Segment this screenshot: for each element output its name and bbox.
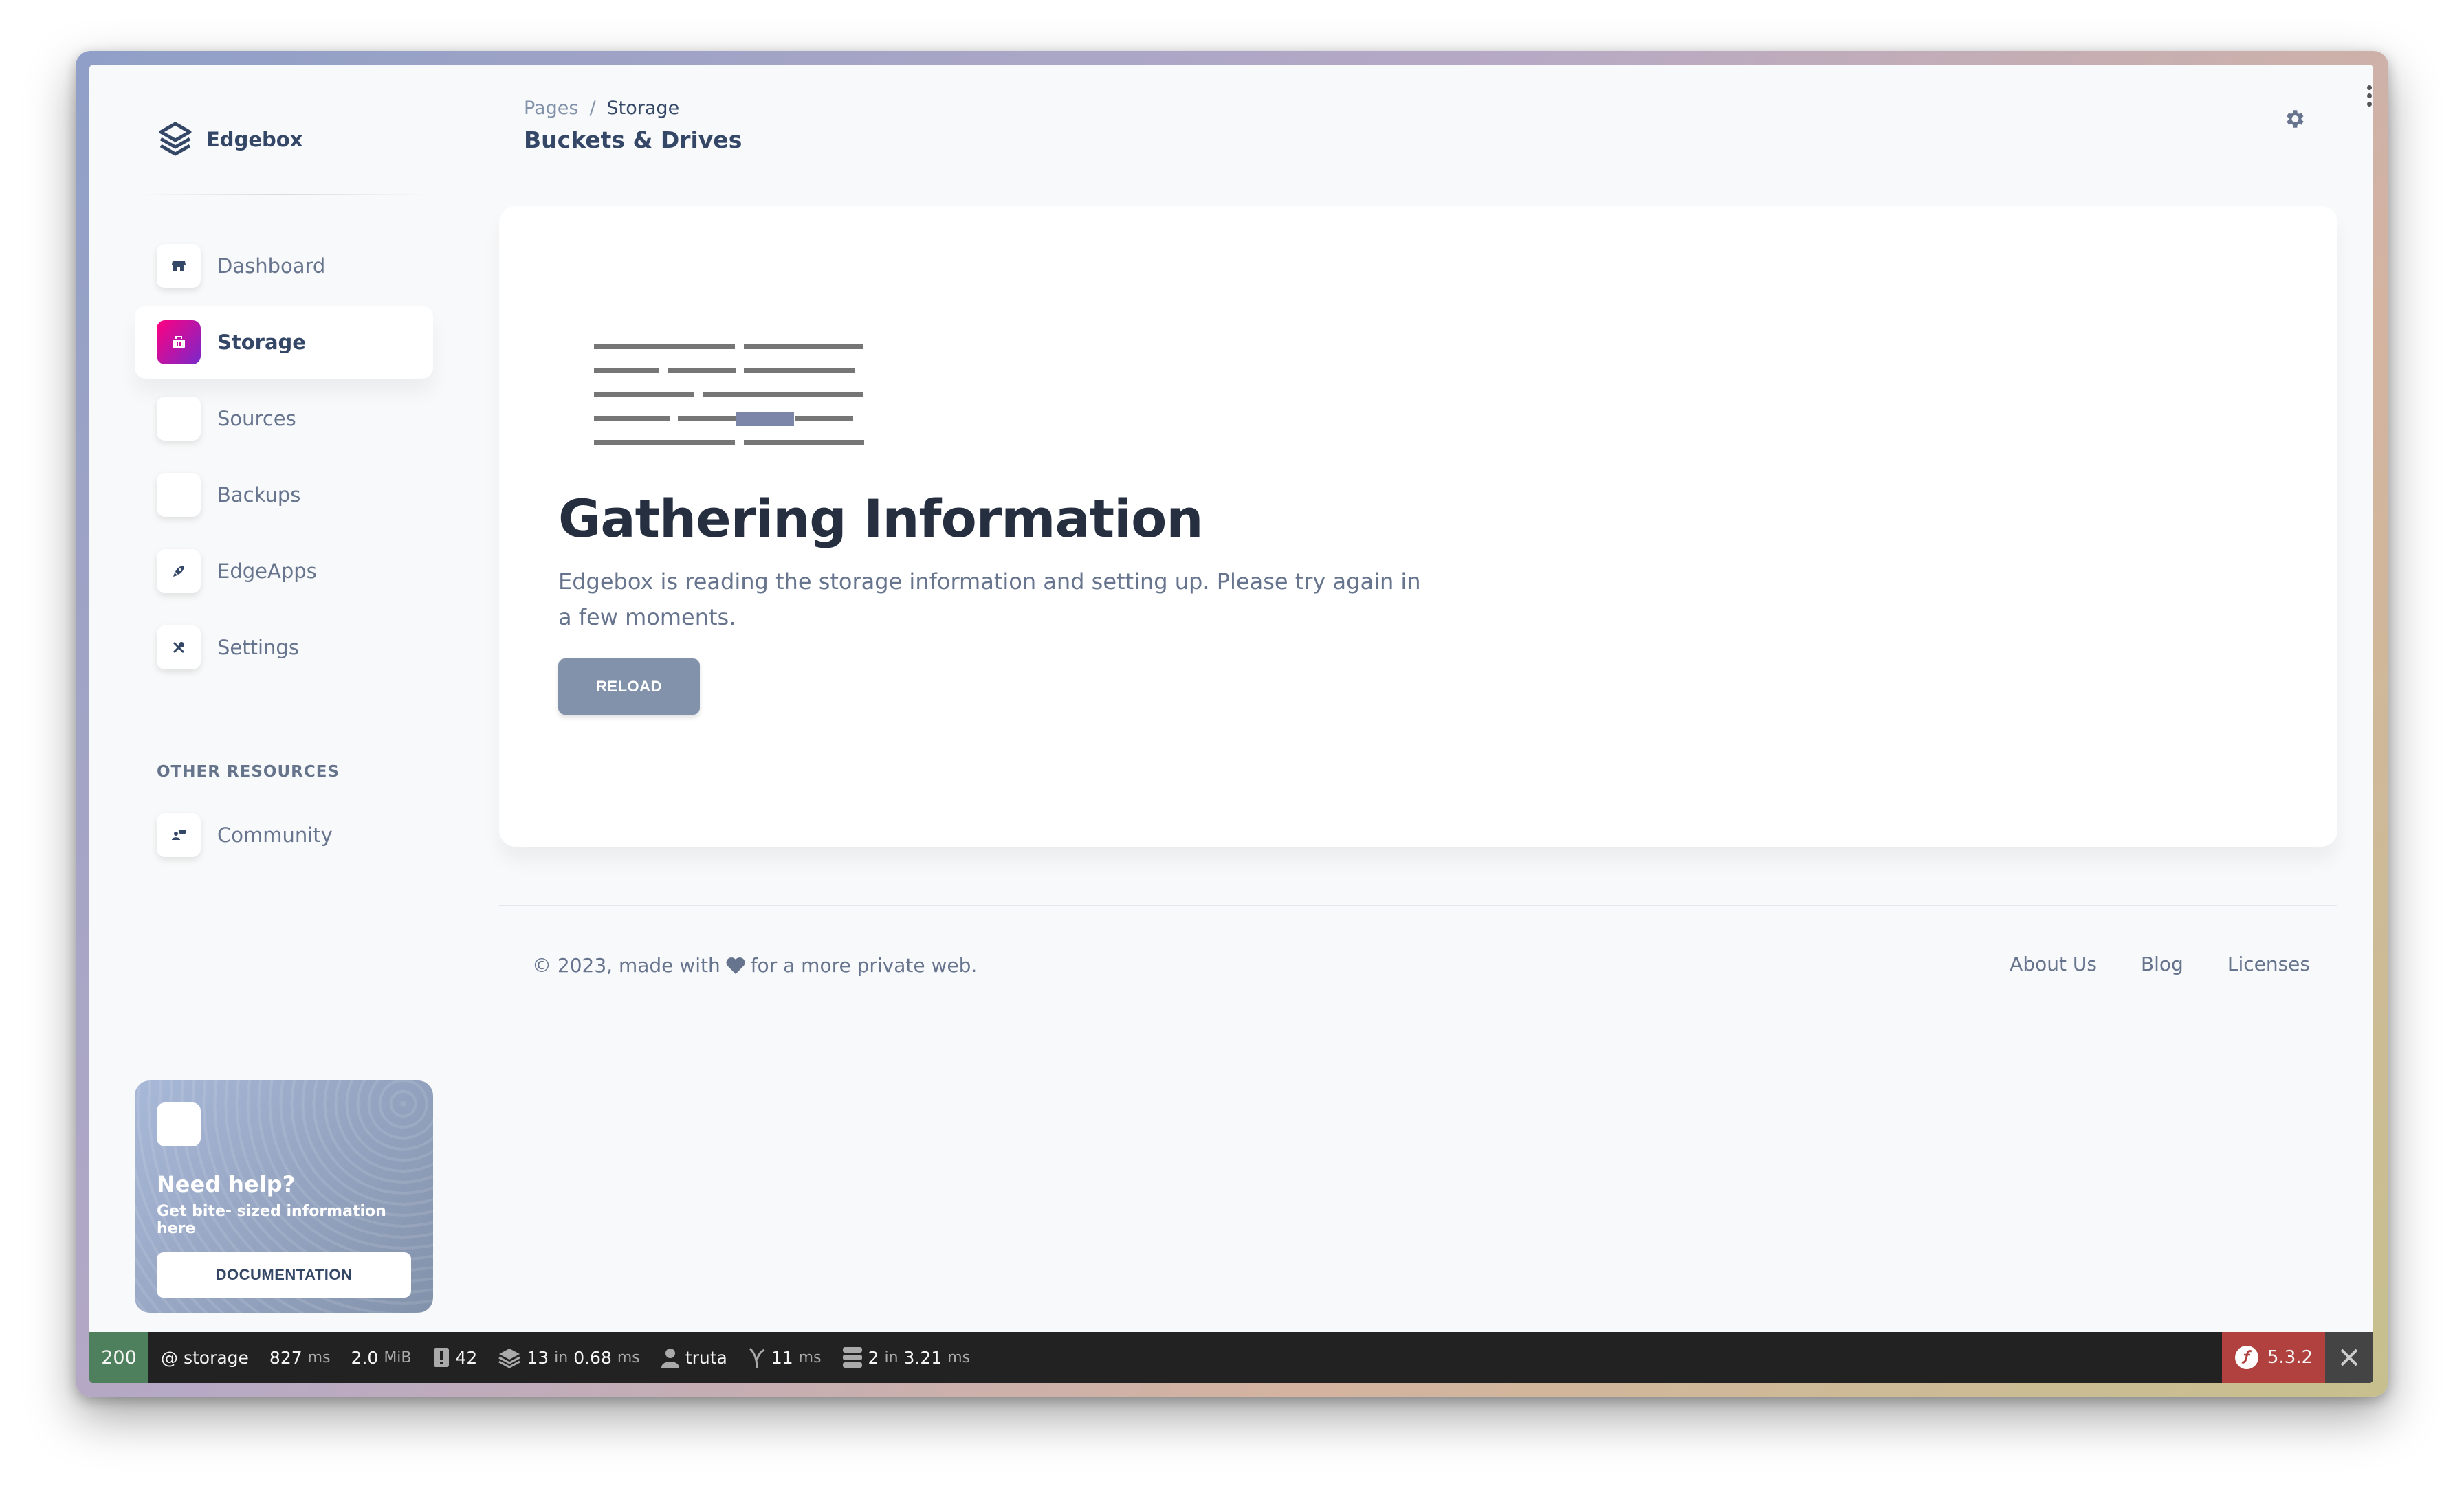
community-icon (157, 813, 201, 857)
status-title: Gathering Information (558, 488, 1203, 549)
gear-icon[interactable] (2282, 107, 2306, 131)
sidebar-item-label: Settings (217, 636, 299, 659)
request-time-value: 827 (269, 1347, 302, 1368)
breadcrumb-pages[interactable]: Pages (524, 98, 578, 119)
reload-button[interactable]: RELOAD (558, 658, 700, 715)
sidebar-item-label: Sources (217, 407, 296, 430)
sidebar-item-label: EdgeApps (217, 559, 317, 583)
twig-icon (749, 1347, 765, 1368)
symfony-version[interactable]: 5.3.2 (2222, 1332, 2325, 1383)
db-unit: ms (947, 1349, 971, 1366)
request-time-unit: ms (307, 1349, 331, 1366)
footer-link-about[interactable]: About Us (2010, 953, 2097, 975)
breadcrumb-current: Storage (606, 98, 680, 119)
route-badge[interactable]: @ storage (161, 1348, 249, 1368)
storage-icon (157, 320, 201, 364)
document-illustration-icon (594, 344, 864, 445)
symfony-logo-icon (2234, 1346, 2258, 1369)
sources-icon (157, 397, 201, 441)
help-icon (157, 1102, 201, 1146)
close-toolbar-button[interactable] (2325, 1332, 2373, 1383)
footer-link-licenses[interactable]: Licenses (2228, 953, 2310, 975)
status-message: Edgebox is reading the storage informati… (558, 568, 1421, 630)
copyright-suffix: for a more private web. (750, 954, 978, 977)
resize-handle[interactable] (2367, 85, 2372, 107)
database-panel[interactable]: 2 in 3.21 ms (842, 1346, 971, 1368)
page-title: Buckets & Drives (524, 126, 742, 153)
resources-nav: Community (135, 799, 433, 875)
rocket-icon (157, 549, 201, 593)
sidebar: Edgebox Dashboard Storage Sources Backup… (89, 65, 474, 1383)
memory-unit: MiB (384, 1349, 412, 1366)
cache-in: in (554, 1349, 569, 1366)
twig-time: 11 (771, 1347, 793, 1368)
footer-divider (499, 905, 2338, 906)
sidebar-item-storage[interactable]: Storage (135, 306, 433, 379)
route-name: @ storage (161, 1347, 249, 1368)
sidebar-item-edgeapps[interactable]: EdgeApps (135, 535, 433, 608)
cache-unit: ms (617, 1349, 640, 1366)
logs-panel[interactable]: 42 (432, 1347, 478, 1368)
copyright: © 2023, made with for a more private web… (532, 954, 977, 977)
footer-link-blog[interactable]: Blog (2141, 953, 2184, 975)
sidebar-item-settings[interactable]: Settings (135, 611, 433, 684)
brand-name: Edgebox (206, 128, 303, 151)
heart-icon (726, 957, 745, 974)
documentation-button[interactable]: DOCUMENTATION (157, 1252, 411, 1298)
request-time[interactable]: 827 ms (270, 1348, 331, 1368)
tools-icon (157, 625, 201, 669)
status-code[interactable]: 200 (89, 1332, 148, 1383)
cache-layers-icon (498, 1349, 521, 1368)
twig-panel[interactable]: 11 ms (748, 1346, 822, 1368)
app-screen: Edgebox Dashboard Storage Sources Backup… (89, 65, 2373, 1383)
breadcrumb-separator: / (589, 98, 596, 119)
sidebar-item-label: Community (217, 823, 333, 847)
sidebar-item-dashboard[interactable]: Dashboard (135, 230, 433, 302)
sidebar-item-label: Backups (217, 483, 301, 507)
sidebar-item-backups[interactable]: Backups (135, 458, 433, 531)
backups-icon (157, 473, 201, 517)
db-in: in (884, 1349, 899, 1366)
twig-unit: ms (798, 1349, 822, 1366)
sidebar-item-sources[interactable]: Sources (135, 382, 433, 455)
user-panel[interactable]: truta (661, 1347, 727, 1368)
memory-value: 2.0 (351, 1347, 379, 1368)
footer-links: About Us Blog Licenses (2010, 953, 2310, 975)
breadcrumb: Pages / Storage (524, 98, 679, 119)
db-time: 3.21 (903, 1347, 943, 1368)
cache-count: 13 (527, 1347, 549, 1368)
help-title: Need help? (157, 1171, 296, 1197)
copyright-text: © 2023, made with (532, 954, 720, 977)
brand[interactable]: Edgebox (155, 120, 302, 159)
logs-count: 42 (455, 1347, 478, 1368)
sidebar-item-label: Storage (217, 331, 306, 354)
memory-usage[interactable]: 2.0 MiB (351, 1348, 412, 1368)
shop-icon (157, 244, 201, 288)
help-card: Need help? Get bite- sized information h… (135, 1080, 433, 1313)
divider (135, 194, 430, 195)
edgebox-logo-icon (159, 122, 192, 156)
cache-time: 0.68 (573, 1347, 612, 1368)
symfony-version-number: 5.3.2 (2267, 1347, 2313, 1368)
sidebar-nav: Dashboard Storage Sources Backups EdgeAp… (135, 230, 433, 687)
user-icon (661, 1349, 679, 1368)
close-icon (2340, 1349, 2358, 1366)
db-query-count: 2 (868, 1347, 879, 1368)
logs-icon (433, 1348, 449, 1367)
cache-panel[interactable]: 13 in 0.68 ms (498, 1347, 640, 1368)
sidebar-item-community[interactable]: Community (135, 799, 433, 872)
help-subtitle: Get bite- sized information here (157, 1203, 386, 1237)
section-title-other-resources: OTHER RESOURCES (157, 763, 340, 781)
debug-toolbar: 200 @ storage 827 ms 2.0 MiB 42 13 in 0.… (89, 1332, 2373, 1383)
window-frame: Edgebox Dashboard Storage Sources Backup… (76, 51, 2388, 1397)
database-icon (842, 1347, 862, 1368)
sidebar-item-label: Dashboard (217, 254, 326, 278)
user-name: truta (685, 1347, 727, 1368)
main-card: Gathering Information Edgebox is reading… (499, 206, 2338, 847)
